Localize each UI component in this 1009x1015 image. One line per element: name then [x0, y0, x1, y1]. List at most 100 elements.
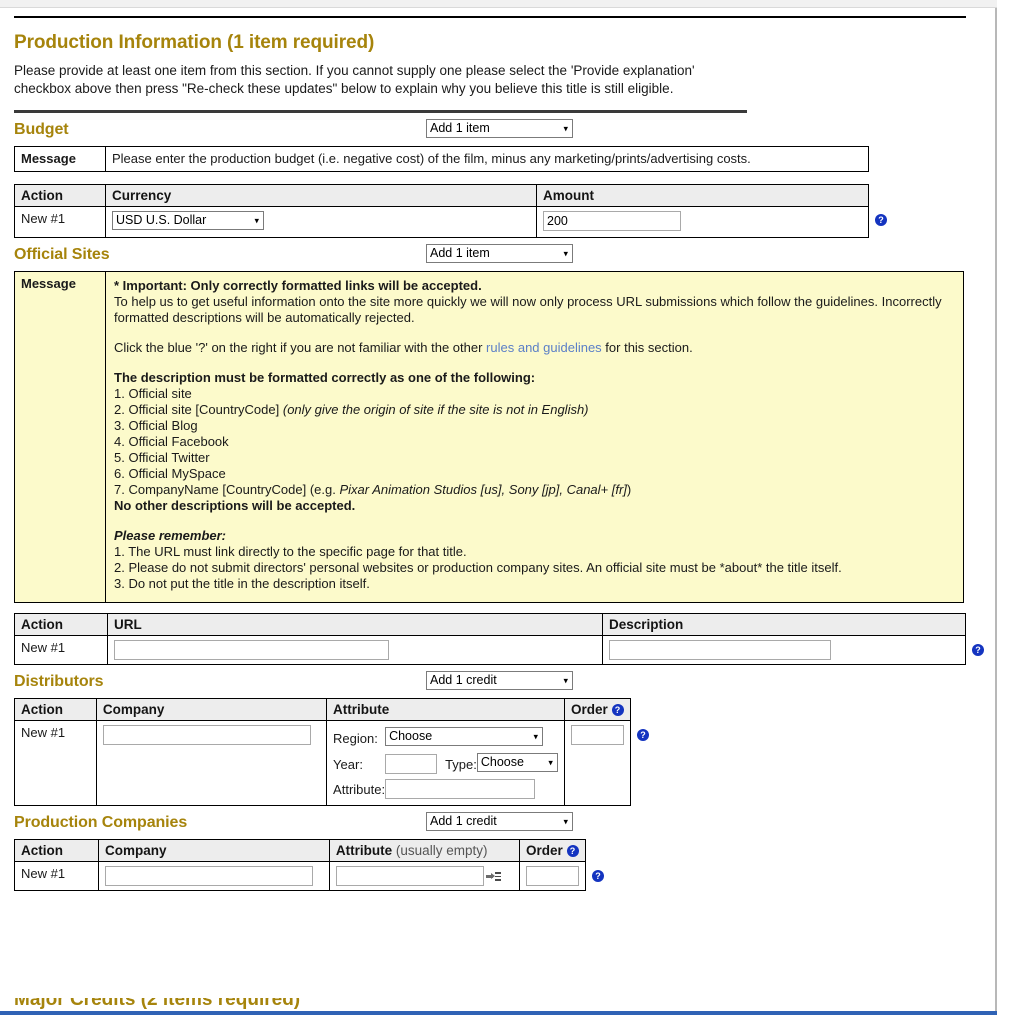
- important-line: * Important: Only correctly formatted li…: [114, 278, 955, 294]
- official-sites-col-description: Description: [603, 614, 966, 636]
- budget-message-row: Message Please enter the production budg…: [15, 147, 869, 172]
- description-input[interactable]: [609, 640, 831, 660]
- budget-message-table: Message Please enter the production budg…: [14, 146, 869, 172]
- currency-select[interactable]: USD U.S. Dollar ▾: [112, 211, 264, 230]
- remember-item-3: 3. Do not put the title in the descripti…: [114, 576, 955, 592]
- official-sites-help-icon[interactable]: ?: [972, 644, 984, 656]
- budget-header-row-cells: Action Currency Amount: [15, 185, 869, 207]
- chevron-down-icon: ▾: [563, 676, 568, 685]
- rules-text-after: for this section.: [602, 340, 693, 355]
- no-other-descriptions: No other descriptions will be accepted.: [114, 498, 955, 514]
- year-type-field-row: Year: Type: Choose ▾: [333, 751, 558, 777]
- budget-message-label: Message: [15, 147, 106, 172]
- distributors-heading: Distributors: [14, 673, 103, 691]
- budget-table-wrap: Action Currency Amount New #1 USD U.S. D…: [14, 184, 980, 238]
- format-item-5: 5. Official Twitter: [114, 450, 955, 466]
- production-companies-heading: Production Companies: [14, 814, 187, 832]
- attribute-field-row: Attribute:: [333, 777, 558, 801]
- distributors-add-select-wrap: Add 1 credit ▾: [426, 671, 573, 693]
- production-companies-add-select-wrap: Add 1 credit ▾: [426, 812, 573, 834]
- official-sites-header-row: Official Sites Add 1 item ▾: [14, 244, 980, 266]
- distributor-attribute-fields: Region: Choose ▾ Year:: [333, 725, 558, 801]
- region-label: Region:: [333, 725, 385, 751]
- budget-row-action: New #1: [15, 207, 106, 238]
- region-select-cell: Choose ▾: [385, 725, 558, 751]
- production-companies-header-cells: Action Company Attribute (usually empty)…: [15, 840, 586, 862]
- format-item-7-eg-suffix: ): [627, 482, 631, 497]
- pc-col-action: Action: [15, 840, 99, 862]
- page-title: Production Information (1 item required): [14, 32, 980, 54]
- distributors-row-help-icon[interactable]: ?: [637, 729, 649, 741]
- budget-add-item-select[interactable]: Add 1 item ▾: [426, 119, 573, 138]
- pc-attribute-input[interactable]: [336, 866, 484, 886]
- top-divider: [14, 16, 966, 18]
- production-companies-add-credit-value: Add 1 credit: [430, 814, 497, 828]
- pc-company-input[interactable]: [105, 866, 313, 886]
- official-sites-message-row: Message * Important: Only correctly form…: [15, 272, 964, 603]
- insert-list-icon[interactable]: [486, 871, 501, 882]
- chevron-down-icon: ▾: [563, 249, 568, 258]
- pc-col-attribute-note: (usually empty): [396, 843, 488, 858]
- distributors-col-company: Company: [96, 699, 326, 721]
- official-sites-message-body: * Important: Only correctly formatted li…: [106, 272, 964, 603]
- distributors-col-action: Action: [15, 699, 97, 721]
- guidelines-paragraph: To help us to get useful information ont…: [114, 294, 955, 326]
- type-select-value: Choose: [481, 755, 524, 769]
- chevron-down-icon: ▾: [548, 758, 553, 767]
- pc-company-cell: [98, 862, 329, 891]
- format-item-7-eg: Pixar Animation Studios [us], Sony [jp],…: [339, 482, 626, 497]
- rules-text-before: Click the blue '?' on the right if you a…: [114, 340, 486, 355]
- currency-select-value: USD U.S. Dollar: [116, 213, 206, 227]
- distributor-company-input[interactable]: [103, 725, 311, 745]
- distributors-header-row: Distributors Add 1 credit ▾: [14, 671, 980, 693]
- distributors-col-order-label: Order: [571, 702, 608, 717]
- production-companies-row-help-icon[interactable]: ?: [592, 870, 604, 882]
- attribute-input[interactable]: [385, 779, 535, 799]
- budget-add-select-wrap: Add 1 item ▾: [426, 119, 573, 141]
- section-separator: [14, 110, 747, 113]
- order-help-icon[interactable]: ?: [612, 704, 624, 716]
- pc-order-input[interactable]: [526, 866, 579, 886]
- region-field-row: Region: Choose ▾: [333, 725, 558, 751]
- spacer: [114, 326, 955, 340]
- spacer: [114, 514, 955, 528]
- pc-col-attribute-label: Attribute: [336, 843, 392, 858]
- budget-message-text: Please enter the production budget (i.e.…: [106, 147, 869, 172]
- next-section-heading: Major Credits (2 items required): [14, 998, 974, 1011]
- budget-amount-input[interactable]: [543, 211, 681, 231]
- format-item-2-text: 2. Official site [CountryCode]: [114, 402, 279, 417]
- distributor-order-input[interactable]: [571, 725, 624, 745]
- distributors-order-cell: [565, 721, 631, 806]
- year-input-cell: [385, 751, 437, 777]
- format-item-2: 2. Official site [CountryCode] (only giv…: [114, 402, 955, 418]
- official-sites-description-cell: [603, 636, 966, 665]
- order-help-icon[interactable]: ?: [567, 845, 579, 857]
- section-intro-text: Please provide at least one item from th…: [14, 62, 724, 98]
- distributors-add-credit-select[interactable]: Add 1 credit ▾: [426, 671, 573, 690]
- budget-table: Action Currency Amount New #1 USD U.S. D…: [14, 184, 869, 238]
- format-item-3: 3. Official Blog: [114, 418, 955, 434]
- chevron-down-icon: ▾: [563, 124, 568, 133]
- budget-help-icon[interactable]: ?: [875, 214, 887, 226]
- official-sites-add-item-select[interactable]: Add 1 item ▾: [426, 244, 573, 263]
- distributors-attribute-cell: Region: Choose ▾ Year:: [327, 721, 565, 806]
- region-select[interactable]: Choose ▾: [385, 727, 543, 746]
- attribute-label: Attribute:: [333, 777, 385, 801]
- distributors-header-cells: Action Company Attribute Order ?: [15, 699, 631, 721]
- distributors-col-order: Order ?: [565, 699, 631, 721]
- rules-and-guidelines-link[interactable]: rules and guidelines: [486, 340, 602, 355]
- type-select-cell: Choose ▾: [477, 751, 558, 777]
- page-frame: Production Information (1 item required)…: [0, 0, 997, 1015]
- url-input[interactable]: [114, 640, 389, 660]
- production-companies-add-credit-select[interactable]: Add 1 credit ▾: [426, 812, 573, 831]
- official-sites-add-item-value: Add 1 item: [430, 246, 490, 260]
- format-item-6: 6. Official MySpace: [114, 466, 955, 482]
- type-select[interactable]: Choose ▾: [477, 753, 558, 772]
- table-row: New #1 Region: Choose ▾: [15, 721, 631, 806]
- pc-col-attribute: Attribute (usually empty): [329, 840, 519, 862]
- remember-item-2: 2. Please do not submit directors' perso…: [114, 560, 955, 576]
- distributors-add-credit-value: Add 1 credit: [430, 673, 497, 687]
- year-input[interactable]: [385, 754, 437, 774]
- please-remember-heading: Please remember:: [114, 528, 955, 544]
- distributors-company-cell: [96, 721, 326, 806]
